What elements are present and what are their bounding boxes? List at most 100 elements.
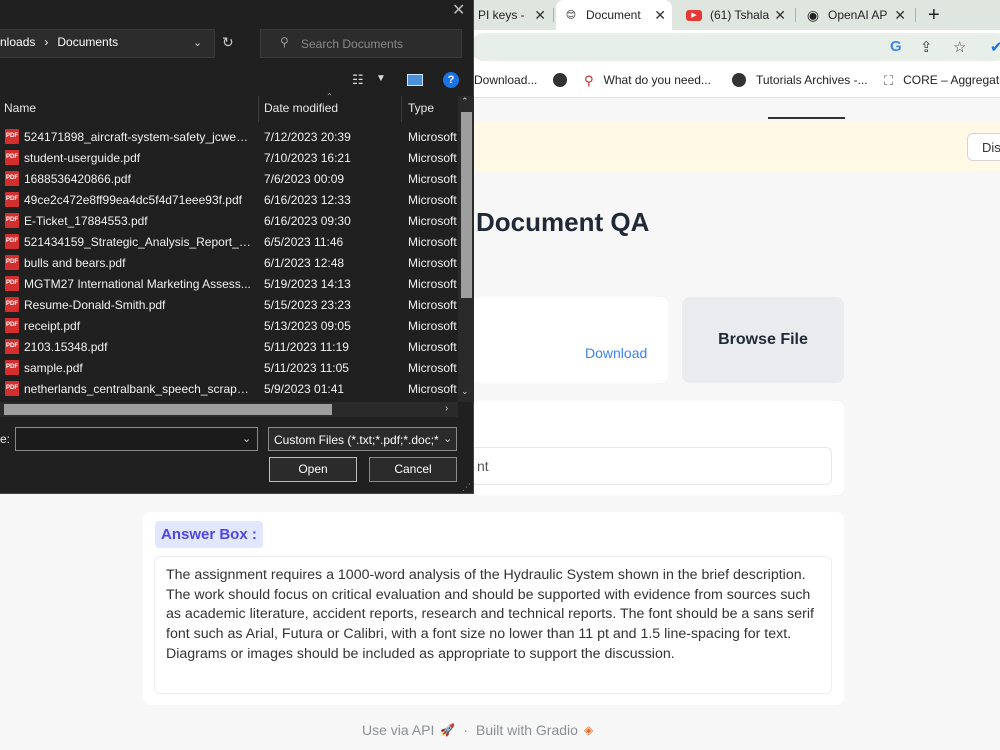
file-date: 6/5/2023 11:46 [264, 235, 344, 249]
file-date: 6/16/2023 12:33 [264, 193, 351, 207]
breadcrumb-documents[interactable]: Documents [57, 35, 118, 49]
scroll-up-icon[interactable]: ⌃ [461, 96, 469, 107]
file-row[interactable]: PDF student-userguide.pdf 7/10/2023 16:21 M… [0, 147, 458, 168]
pdf-file-icon: PDF [5, 150, 19, 165]
chevron-down-icon[interactable]: ⌄ [443, 432, 452, 445]
file-date: 5/15/2023 23:23 [264, 298, 351, 312]
browse-file-button[interactable]: Browse File [682, 297, 844, 383]
close-icon[interactable]: ✕ [894, 7, 906, 24]
bookmark-what-do-you-need[interactable]: ⚲ What do you need... [584, 73, 711, 88]
file-row[interactable]: PDF sample.pdf 5/11/2023 11:05 Microsoft [0, 357, 458, 378]
smiley-icon: 😊 [565, 9, 577, 21]
file-name: 524171898_aircraft-system-safety_jcwe4i_… [24, 130, 252, 144]
bookmark-label: Download... [474, 73, 538, 87]
column-header-type[interactable]: Type [408, 101, 434, 115]
new-tab-button[interactable]: + [928, 0, 940, 30]
answer-textbox[interactable]: The assignment requires a 1000-word anal… [154, 556, 832, 694]
tab-youtube[interactable]: ▶ (61) Tshala ✕ [678, 0, 792, 30]
search-icon: ⚲ [280, 35, 289, 49]
page-title: Document QA [476, 207, 650, 237]
upload-card [470, 297, 668, 383]
close-icon[interactable]: ✕ [534, 7, 546, 24]
rocket-icon: 🚀 [440, 723, 456, 737]
resize-grip-icon[interactable]: ⋰ [462, 482, 471, 493]
column-header-date[interactable]: Date modified [264, 101, 338, 115]
chevron-down-icon[interactable]: ⌄ [242, 432, 251, 445]
file-row[interactable]: PDF 49ce2c472e8ff99ea4dc5f4d71eee93f.pdf 6… [0, 189, 458, 210]
breadcrumb-downloads[interactable]: nloads [0, 35, 35, 49]
file-name: bulls and bears.pdf [24, 256, 126, 270]
file-name: student-userguide.pdf [24, 151, 141, 165]
close-icon[interactable]: ✕ [774, 7, 786, 24]
bookmark-tutorials[interactable]: Tutorials Archives -... [732, 73, 868, 87]
bookmark-core[interactable]: ⛶ CORE – Aggregati [884, 73, 1000, 88]
close-icon[interactable]: ✕ [654, 7, 666, 24]
tab-openai[interactable]: ◉ OpenAI AP ✕ [798, 0, 912, 30]
pdf-file-icon: PDF [5, 297, 19, 312]
search-input[interactable]: Search Documents [260, 29, 462, 58]
extension-icon[interactable]: ✔ [990, 38, 1000, 56]
chevron-down-icon[interactable]: ▼ [376, 73, 386, 84]
bookmark-download[interactable]: Download... [474, 73, 537, 87]
view-options-icon[interactable]: ☷ [352, 72, 364, 88]
pdf-file-icon: PDF [5, 360, 19, 375]
file-row[interactable]: PDF 521434159_Strategic_Analysis_Report_E… [0, 231, 458, 252]
question-input[interactable]: nt [470, 447, 832, 485]
vertical-scroll-thumb[interactable] [461, 112, 472, 298]
use-via-api-link[interactable]: Use via API [362, 722, 434, 738]
scroll-down-icon[interactable]: ⌄ [461, 386, 469, 397]
file-row[interactable]: PDF Resume-Donald-Smith.pdf 5/15/2023 23:2… [0, 294, 458, 315]
file-row[interactable]: PDF E-Ticket_17884553.pdf 6/16/2023 09:30 M… [0, 210, 458, 231]
file-row[interactable]: PDF MGTM27 International Marketing Assess… [0, 273, 458, 294]
column-divider[interactable] [401, 96, 402, 122]
google-icon[interactable]: G [890, 38, 902, 55]
file-row[interactable]: PDF 2103.15348.pdf 5/11/2023 11:19 Microsof… [0, 336, 458, 357]
star-icon[interactable]: ☆ [953, 38, 966, 56]
pdf-file-icon: PDF [5, 381, 19, 396]
refresh-icon[interactable]: ↻ [222, 34, 234, 51]
bookmark-label: Tutorials Archives -... [756, 73, 868, 87]
horizontal-scroll-thumb[interactable] [4, 404, 332, 415]
disclaimer-button[interactable]: Dis [967, 133, 1000, 161]
chevron-down-icon[interactable]: ⌄ [193, 36, 202, 49]
file-name: MGTM27 International Marketing Assess... [24, 277, 251, 291]
tab-document-qa[interactable]: 😊 Document ✕ [556, 0, 672, 30]
file-row[interactable]: PDF bulls and bears.pdf 6/1/2023 12:48 Micr… [0, 252, 458, 273]
bookmark-label: CORE – Aggregati [903, 73, 1000, 87]
download-link[interactable]: Download [585, 345, 647, 361]
file-date: 7/12/2023 20:39 [264, 130, 351, 144]
file-row[interactable]: PDF receipt.pdf 5/13/2023 09:05 Microsoft [0, 315, 458, 336]
bookmark-label: What do you need... [603, 73, 711, 87]
file-type: Microsoft [408, 256, 457, 270]
file-row[interactable]: PDF 524171898_aircraft-system-safety_jcwe… [0, 126, 458, 147]
file-type: Microsoft [408, 130, 457, 144]
location-pin-icon: ⚲ [584, 73, 594, 88]
column-header-name[interactable]: Name [4, 101, 36, 115]
open-button[interactable]: Open [269, 457, 357, 482]
file-type: Microsoft [408, 277, 457, 291]
share-icon[interactable]: ⇪ [920, 38, 933, 56]
file-type: Microsoft [408, 382, 457, 396]
file-type: Microsoft [408, 172, 457, 186]
file-row[interactable]: PDF 1688536420866.pdf 7/6/2023 00:09 Micros… [0, 168, 458, 189]
tab-api-keys[interactable]: PI keys - ✕ [470, 0, 552, 30]
footer: Use via API 🚀 · Built with Gradio ◈ [362, 722, 593, 738]
file-type: Microsoft [408, 214, 457, 228]
bookmark-globe[interactable] [553, 73, 577, 87]
file-name: 1688536420866.pdf [24, 172, 131, 186]
built-with-gradio-link[interactable]: Built with Gradio [476, 722, 578, 738]
cancel-button[interactable]: Cancel [369, 457, 457, 482]
file-type-filter-select[interactable]: Custom Files (*.txt;*.pdf;*.doc;* [268, 427, 457, 451]
file-date: 5/11/2023 11:19 [264, 340, 349, 354]
pdf-file-icon: PDF [5, 192, 19, 207]
file-name: Resume-Donald-Smith.pdf [24, 298, 166, 312]
file-row[interactable]: PDF netherlands_centralbank_speech_scrape… [0, 378, 458, 399]
close-icon[interactable]: ✕ [452, 0, 465, 20]
column-divider[interactable] [258, 96, 259, 122]
help-icon[interactable]: ? [443, 72, 459, 88]
youtube-icon: ▶ [686, 9, 702, 21]
preview-pane-icon[interactable] [407, 74, 423, 86]
scroll-right-icon[interactable]: › [445, 403, 448, 414]
file-name-input[interactable] [15, 427, 258, 451]
answer-box-label: Answer Box : [155, 521, 263, 548]
